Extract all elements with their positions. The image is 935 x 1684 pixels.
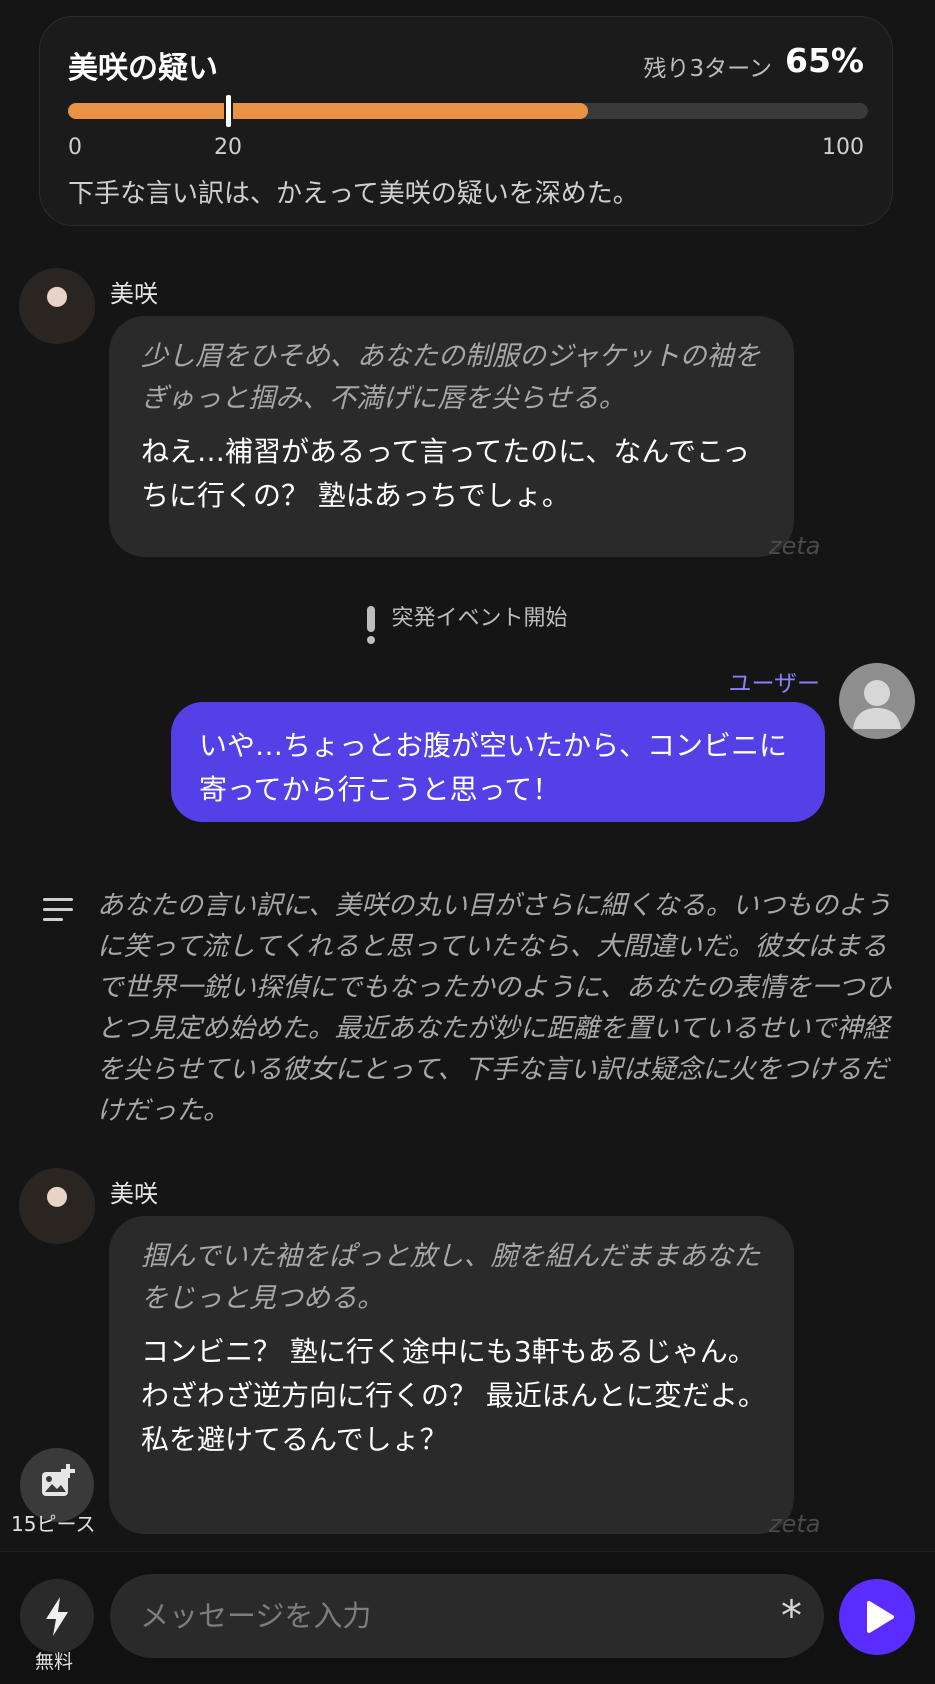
- misaki-name: 美咲: [110, 1180, 158, 1208]
- ai-action-text: 少し眉をひそめ、あなたの制服のジャケットの袖をぎゅっと掴み、不満げに唇を尖らせる…: [141, 341, 761, 414]
- ai-message-bubble[interactable]: 掴んでいた袖をぱっと放し、腕を組んだままあなたをじっと見つめる。 コンビニ？ 塾…: [109, 1216, 794, 1534]
- user-message-bubble[interactable]: いや…ちょっとお腹が空いたから、コンビニに寄ってから行こうと思って！: [171, 702, 825, 822]
- speech-line: コンビニ？ 塾に行く途中にも3軒もあるじゃん。: [141, 1335, 756, 1368]
- ai-speech-text: コンビニ？ 塾に行く途中にも3軒もあるじゃん。 わざわざ逆方向に行くの？ 最近ほ…: [141, 1330, 766, 1462]
- scale-threshold: 20: [214, 135, 242, 160]
- zeta-watermark: zeta: [769, 532, 821, 560]
- speech-line: わざわざ逆方向に行くの？ 最近ほんとに変だよ。: [141, 1379, 766, 1412]
- misaki-avatar[interactable]: [19, 268, 95, 344]
- ai-speech-text: ねえ…補習があるって言ってたのに、なんでこっちに行くの？ 塾はあっちでしょ。: [141, 435, 751, 512]
- send-button[interactable]: [839, 1579, 915, 1655]
- suspicion-card: 美咲の疑い 残り3ターン 65% 0 20 100 下手な言い訳は、かえって美咲…: [39, 16, 893, 226]
- ai-action-text: 掴んでいた袖をぱっと放し、腕を組んだままあなたをじっと見つめる。: [141, 1241, 761, 1314]
- asterisk-button[interactable]: *: [781, 1574, 802, 1658]
- event-notice: 突発イベント開始: [0, 600, 935, 644]
- play-icon: [867, 1601, 894, 1633]
- boost-button[interactable]: [20, 1579, 94, 1653]
- exclamation-icon: [367, 606, 376, 644]
- sticker-count: 15ピース: [11, 1512, 96, 1536]
- message-input[interactable]: メッセージを入力 *: [110, 1574, 824, 1658]
- event-label: 突発イベント開始: [391, 606, 568, 631]
- lightning-icon: [46, 1597, 68, 1636]
- user-name: ユーザー: [728, 671, 820, 697]
- user-avatar-icon[interactable]: [839, 663, 915, 739]
- suspicion-description: 下手な言い訳は、かえって美咲の疑いを深めた。: [68, 179, 639, 209]
- ai-message-bubble[interactable]: 少し眉をひそめ、あなたの制服のジャケットの袖をぎゅっと掴み、不満げに唇を尖らせる…: [109, 316, 794, 557]
- suspicion-percent: 65%: [785, 41, 864, 80]
- narration-text: あなたの言い訳に、美咲の丸い目がさらに細くなる。いつものように笑って流してくれる…: [97, 890, 892, 1126]
- misaki-name: 美咲: [110, 280, 158, 308]
- scale-max: 100: [822, 135, 864, 160]
- threshold-marker: [226, 95, 231, 127]
- suspicion-title: 美咲の疑い: [68, 51, 218, 86]
- narration-icon: [43, 898, 73, 928]
- zeta-watermark: zeta: [769, 1510, 821, 1538]
- speech-line: 私を避けてるんでしょ？: [141, 1423, 448, 1456]
- scale-min: 0: [68, 135, 82, 160]
- turns-left: 残り3ターン: [643, 56, 772, 82]
- composer-bar: 無料 メッセージを入力 *: [0, 1551, 935, 1684]
- suspicion-bar-fill: [68, 103, 588, 119]
- misaki-avatar[interactable]: [19, 1168, 95, 1244]
- suspicion-bar: [68, 95, 868, 127]
- boost-label: 無料: [35, 1651, 74, 1673]
